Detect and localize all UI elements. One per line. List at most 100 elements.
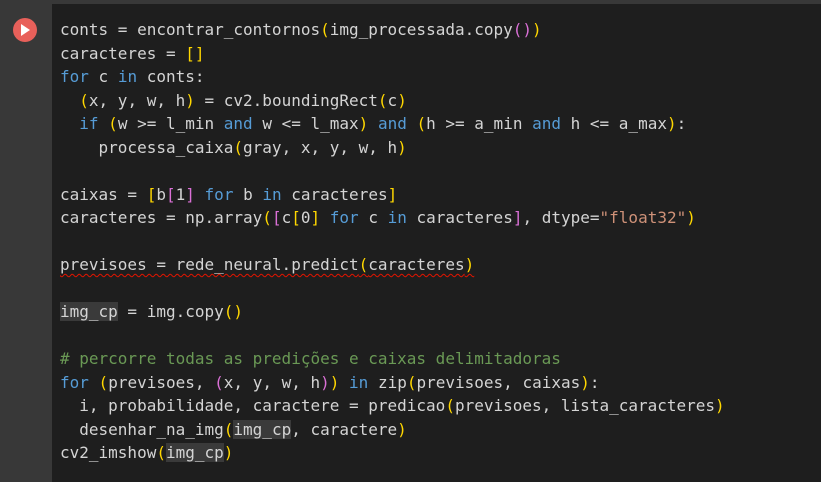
code-token: ( bbox=[445, 396, 455, 415]
code-token: "float32" bbox=[599, 208, 687, 227]
code-token: ) bbox=[686, 208, 696, 227]
code-token: img_cp bbox=[233, 419, 292, 439]
code-token: ( bbox=[262, 208, 272, 227]
code-token: ] bbox=[387, 184, 398, 204]
code-token: cv2_imshow bbox=[60, 443, 157, 462]
code-token: x, y, w, h bbox=[223, 372, 321, 392]
code-token: caixas = bbox=[60, 184, 147, 204]
code-line[interactable]: for c in conts: bbox=[60, 65, 725, 89]
code-line[interactable]: desenhar_na_img(img_cp, caractere) bbox=[60, 418, 725, 442]
code-token: ( bbox=[358, 255, 369, 274]
code-token: ] bbox=[310, 208, 321, 227]
code-line[interactable]: conts = encontrar_contornos(img_processa… bbox=[60, 18, 725, 42]
code-line[interactable]: if (w >= l_min and w <= l_max) and (h >=… bbox=[60, 112, 725, 136]
code-line[interactable]: img_cp = img.copy() bbox=[60, 300, 725, 324]
code-token: and bbox=[532, 114, 561, 133]
code-line[interactable]: i, probabilidade, caractere = predicao(p… bbox=[60, 394, 725, 418]
code-token: , caractere bbox=[291, 419, 398, 439]
code-token: caracteres bbox=[281, 184, 388, 204]
code-token: = img.copy bbox=[117, 302, 224, 321]
code-token: previsoes, caixas bbox=[416, 372, 581, 392]
code-token: ) bbox=[532, 20, 542, 39]
code-token: ( bbox=[377, 90, 388, 110]
code-token: ) bbox=[580, 372, 590, 392]
code-token: 0 bbox=[300, 208, 311, 227]
code-token: ) bbox=[185, 90, 195, 110]
run-cell-button[interactable] bbox=[13, 18, 37, 42]
code-line[interactable] bbox=[60, 159, 725, 183]
code-token: if bbox=[79, 114, 99, 133]
code-token: ( bbox=[320, 20, 330, 39]
code-token: # percorre todas as predições e caixas d… bbox=[60, 349, 561, 368]
cell-gutter bbox=[0, 0, 52, 482]
code-token: and bbox=[223, 114, 253, 133]
code-token: for bbox=[204, 184, 234, 204]
code-token: : bbox=[676, 114, 687, 133]
code-token: caracteres = np.array bbox=[60, 208, 263, 227]
code-line[interactable]: caixas = [b[1] for b in caracteres] bbox=[60, 183, 725, 207]
code-token: = cv2.boundingRect bbox=[194, 90, 378, 110]
code-token: in bbox=[117, 67, 138, 86]
code-token: () bbox=[512, 20, 533, 39]
code-token: conts: bbox=[137, 67, 205, 86]
code-token: ( bbox=[98, 372, 109, 392]
code-token: ) bbox=[666, 114, 677, 133]
code-token: c bbox=[358, 208, 388, 227]
code-token: ] bbox=[185, 184, 195, 204]
code-token: for bbox=[329, 208, 359, 227]
code-token: img_cp bbox=[60, 302, 118, 321]
code-line[interactable] bbox=[60, 277, 725, 301]
code-token: previsoes, lista_caracteres bbox=[454, 396, 716, 415]
code-line[interactable]: previsoes = rede_neural.predict(caracter… bbox=[60, 253, 725, 277]
code-token: : bbox=[589, 372, 600, 392]
code-token: 1 bbox=[175, 184, 186, 204]
code-token: w <= l_max bbox=[252, 114, 359, 133]
code-line[interactable]: caracteres = [] bbox=[60, 42, 725, 66]
code-line[interactable] bbox=[60, 230, 725, 254]
code-token: previsoes = rede_neural.predict bbox=[60, 255, 359, 274]
code-line[interactable]: for (previsoes, (x, y, w, h)) in zip(pre… bbox=[60, 371, 725, 395]
code-line[interactable]: # percorre todas as predições e caixas d… bbox=[60, 347, 725, 371]
code-token: () bbox=[223, 302, 244, 321]
code-token: ( bbox=[233, 137, 244, 157]
code-token: ) bbox=[397, 419, 407, 439]
code-line[interactable]: (x, y, w, h) = cv2.boundingRect(c) bbox=[60, 89, 725, 113]
code-token: ( bbox=[108, 114, 118, 133]
code-token: and bbox=[377, 114, 407, 133]
code-token: ) bbox=[223, 443, 234, 462]
code-token: ) bbox=[358, 114, 369, 133]
code-token: ( bbox=[214, 372, 224, 392]
code-block[interactable]: conts = encontrar_contornos(img_processa… bbox=[60, 18, 725, 465]
code-token: ) bbox=[715, 396, 725, 415]
code-editor[interactable]: conts = encontrar_contornos(img_processa… bbox=[52, 4, 821, 482]
code-line[interactable]: caracteres = np.array([c[0] for c in car… bbox=[60, 206, 725, 230]
code-token: [] bbox=[185, 43, 205, 63]
code-line[interactable] bbox=[60, 324, 725, 348]
code-token: ) bbox=[397, 90, 407, 110]
code-token: ) bbox=[320, 372, 330, 392]
code-token: in bbox=[349, 372, 369, 392]
code-token: ( bbox=[79, 90, 89, 110]
code-token: img_processada.copy bbox=[329, 20, 513, 39]
code-token: ) bbox=[397, 137, 407, 157]
code-token: b bbox=[156, 184, 166, 204]
code-token: c bbox=[281, 208, 292, 227]
code-token: i, probabilidade, caractere = predicao bbox=[60, 396, 446, 415]
code-token: caracteres bbox=[368, 255, 465, 274]
code-token: in bbox=[262, 184, 282, 204]
code-line[interactable]: cv2_imshow(img_cp) bbox=[60, 441, 725, 465]
code-token: ( bbox=[416, 114, 427, 133]
code-token: [ bbox=[146, 184, 157, 204]
code-token: zip bbox=[368, 372, 407, 392]
code-token: ) bbox=[464, 255, 475, 274]
code-token: previsoes, bbox=[108, 372, 215, 392]
code-token: conts = encontrar_contornos bbox=[60, 20, 321, 39]
code-token: h >= a_min bbox=[426, 114, 533, 133]
code-token: , dtype= bbox=[522, 208, 600, 227]
code-token: processa_caixa bbox=[60, 137, 234, 157]
code-line[interactable]: processa_caixa(gray, x, y, w, h) bbox=[60, 136, 725, 160]
